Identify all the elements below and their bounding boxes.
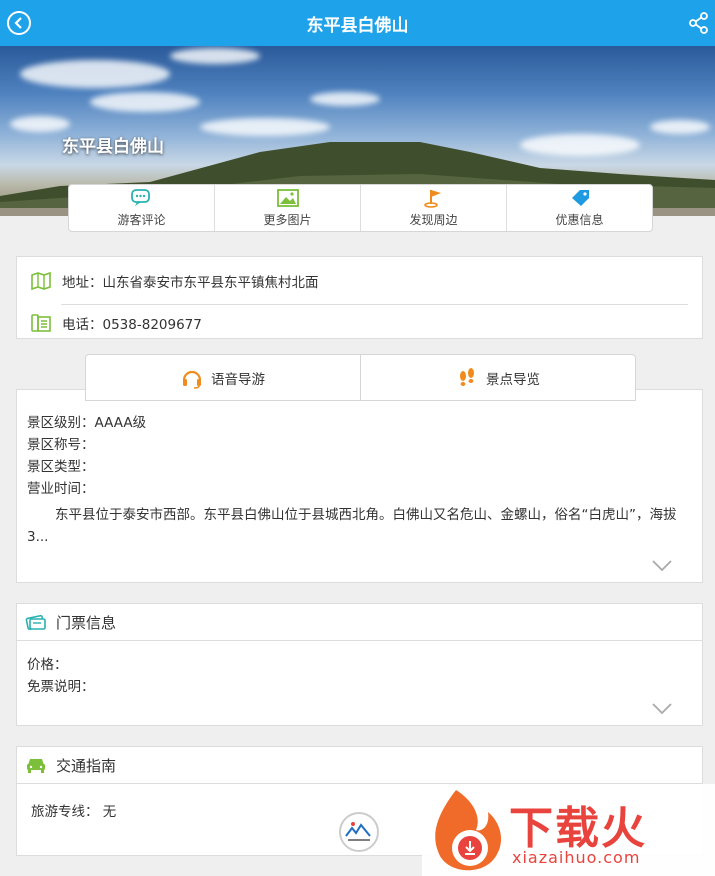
nearby-label: 发现周边	[409, 213, 458, 227]
traffic-section-title: 交通指南	[56, 756, 117, 775]
scenic-description: 东平县位于泰安市西部。东平县白佛山位于县城西北角。白佛山又名危山、金螺山，俗名“…	[27, 507, 677, 545]
deals-label: 优惠信息	[555, 213, 604, 227]
guide-tabs: 语音导游 景点导览	[85, 354, 636, 401]
share-icon	[689, 12, 708, 34]
action-bar: 游客评论 更多图片 发现周边 优惠信息	[68, 184, 653, 232]
tab-spot-guide[interactable]: 景点导览	[361, 355, 635, 400]
map-icon	[31, 271, 51, 290]
deals-button[interactable]: 优惠信息	[507, 185, 652, 231]
back-button[interactable]	[7, 11, 31, 35]
chevron-left-icon	[14, 17, 22, 29]
tab-spot-guide-label: 景点导览	[486, 371, 540, 388]
traffic-section-header: 交通指南	[17, 747, 702, 784]
nearby-button[interactable]: 发现周边	[361, 185, 507, 231]
ticket-free-note: 免票说明：	[27, 679, 95, 695]
car-icon	[27, 759, 45, 773]
reviews-label: 游客评论	[117, 213, 166, 227]
app-header: 东平县白佛山	[0, 0, 715, 46]
ticket-icon	[25, 614, 46, 631]
scenic-type: 景区类型：	[27, 459, 95, 475]
chat-icon	[130, 189, 150, 206]
share-button[interactable]	[689, 12, 709, 34]
banner-place-name: 东平县白佛山	[62, 137, 164, 157]
scenic-level: 景区级别：AAAA级	[27, 415, 147, 431]
tourism-logo	[339, 812, 379, 852]
watermark-url: xiazaihuo.com	[512, 848, 641, 867]
watermark-brand: 下载火	[509, 803, 647, 854]
ticket-section-header: 门票信息	[17, 604, 702, 641]
tag-icon	[571, 190, 589, 206]
phone-text: 电话：0538-8209677	[62, 316, 202, 333]
chevron-down-icon[interactable]	[652, 703, 672, 715]
reviews-button[interactable]: 游客评论	[69, 185, 215, 231]
flag-icon	[423, 190, 441, 208]
ticket-info-card: 门票信息 价格： 免票说明：	[16, 603, 703, 726]
address-text: 地址：山东省泰安市东平县东平镇焦村北面	[62, 274, 319, 291]
page-title: 东平县白佛山	[306, 15, 409, 36]
tab-audio-guide[interactable]: 语音导游	[86, 355, 361, 400]
headphones-icon	[182, 370, 202, 389]
image-icon	[276, 189, 299, 207]
scenic-detail-card: 景区级别：AAAA级 景区称号： 景区类型： 营业时间： 东平县位于泰安市西部。…	[16, 389, 703, 583]
ticket-price: 价格：	[27, 657, 68, 673]
watermark: 下载火 xiazaihuo.com	[422, 784, 715, 876]
contact-info-card: 地址：山东省泰安市东平县东平镇焦村北面 电话：0538-8209677	[16, 256, 703, 339]
phone-icon	[31, 313, 51, 332]
tab-audio-guide-label: 语音导游	[211, 371, 265, 388]
ticket-body: 价格： 免票说明：	[17, 641, 702, 711]
phone-row[interactable]: 电话：0538-8209677	[17, 305, 702, 340]
more-photos-button[interactable]: 更多图片	[215, 185, 361, 231]
footprints-icon	[460, 367, 474, 386]
ticket-section-title: 门票信息	[56, 613, 117, 632]
scenic-title: 景区称号：	[27, 437, 95, 453]
more-photos-label: 更多图片	[263, 213, 312, 227]
flame-logo-icon	[435, 790, 502, 871]
address-row: 地址：山东省泰安市东平县东平镇焦村北面	[17, 257, 702, 304]
opening-hours: 营业时间：	[27, 481, 95, 497]
chevron-down-icon[interactable]	[652, 560, 672, 572]
